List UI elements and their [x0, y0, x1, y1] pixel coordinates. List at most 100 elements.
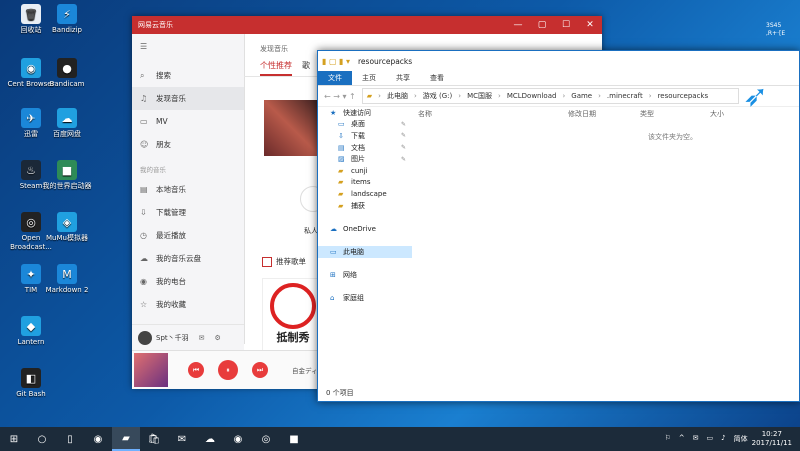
taskbar-app-button[interactable]: ■ — [280, 427, 308, 451]
desktop-icon[interactable]: ■ 我的世界启动器 — [42, 160, 92, 191]
taskbar-app-button[interactable]: ◎ — [252, 427, 280, 451]
taskbar-app-button[interactable]: ▰ — [112, 427, 140, 451]
tray-icon[interactable]: ✉ — [693, 434, 699, 444]
nav-item[interactable]: ☁ OneDrive — [318, 223, 412, 235]
nav-item-icon: ▰ — [338, 201, 344, 210]
sidebar-item-label: 下载管理 — [156, 208, 186, 217]
ribbon-tab[interactable]: 文件 — [318, 71, 352, 85]
path-segment[interactable]: .minecraft — [607, 92, 643, 100]
app-icon: ◆ — [21, 316, 41, 336]
nav-item[interactable]: ▨ 图片 ✎ — [318, 153, 412, 165]
nav-item[interactable]: ▰ landscape — [318, 188, 412, 200]
path-segment[interactable]: MC国服 — [467, 91, 492, 101]
pause-button[interactable]: ⏸ — [218, 360, 238, 380]
nav-item[interactable]: ⇩ 下载 ✎ — [318, 130, 412, 142]
next-button[interactable]: ⏭ — [252, 362, 268, 378]
taskbar-app-button[interactable]: ✉ — [168, 427, 196, 451]
path-segment[interactable]: MCLDownload — [507, 92, 557, 100]
desktop-icon[interactable]: ● Bandicam — [42, 58, 92, 89]
sidebar-item[interactable]: ☺ 朋友 — [132, 133, 244, 156]
desktop-icon[interactable]: ☁ 百度网盘 — [42, 108, 92, 139]
tray-icon[interactable]: 简体 — [734, 434, 748, 444]
address-bar[interactable]: ▰ › 此电脑 › 游戏 (G:) › MC国服 › MCLDownload › Game › .min… — [361, 88, 739, 104]
sidebar-item[interactable]: ♫ 发现音乐 — [132, 87, 244, 110]
chevron-right-icon: › — [598, 92, 601, 100]
window-control-button[interactable]: — — [506, 20, 530, 30]
music-titlebar[interactable]: 网易云音乐 — ▢ ☐ ✕ — [132, 16, 602, 34]
window-control-button[interactable]: ☐ — [554, 20, 578, 30]
taskbar-app-button[interactable]: ◉ — [84, 427, 112, 451]
tray-icon[interactable]: ^ — [679, 434, 685, 444]
explorer-titlebar[interactable]: ▮ ▢ ▮ ▾ resourcepacks — [318, 51, 799, 71]
sidebar-item-label: 本地音乐 — [156, 185, 186, 194]
desktop-icon[interactable]: ◆ Lantern — [6, 316, 56, 347]
nav-item[interactable]: ▭ 桌面 ✎ — [318, 119, 412, 131]
desktop-icon[interactable]: M Markdown 2 — [42, 264, 92, 295]
nav-item[interactable]: ⌂ 家庭组 — [318, 293, 412, 305]
fm-label[interactable]: 私人 — [304, 226, 318, 236]
quick-access-toolbar[interactable]: ▮ ▢ ▮ ▾ — [322, 57, 350, 66]
user-bar[interactable]: Spt丶千羽 ✉ ⚙ — [132, 324, 244, 350]
music-title: 网易云音乐 — [138, 21, 173, 29]
column-header[interactable]: 修改日期 — [568, 109, 640, 119]
avatar[interactable] — [138, 330, 152, 345]
taskbar-app-button[interactable]: ○ — [28, 427, 56, 451]
desktop-icon[interactable]: ⚡ Bandizip — [42, 4, 92, 35]
sidebar-item[interactable]: ▭ MV — [132, 110, 244, 133]
nav-item[interactable]: ▤ 文档 ✎ — [318, 142, 412, 154]
taskbar-app-button[interactable]: ▯ — [56, 427, 84, 451]
tray-icon[interactable]: ▭ — [707, 434, 714, 444]
sidebar-item[interactable]: ⌕ 搜索 — [132, 64, 244, 87]
taskbar-app-button[interactable]: ⊞ — [0, 427, 28, 451]
nav-item[interactable]: ▰ items — [318, 177, 412, 189]
window-control-button[interactable]: ✕ — [578, 20, 602, 30]
sidebar-item[interactable]: ◷ 最近播放 — [132, 224, 244, 247]
desktop-icon-label: MuMu模拟器 — [46, 234, 88, 242]
path-segment[interactable]: Game — [571, 92, 592, 100]
music-tab[interactable]: 歌 — [302, 60, 310, 76]
settings-icon[interactable]: ⚙ — [215, 334, 221, 342]
sidebar-item[interactable]: ▤ 本地音乐 — [132, 178, 244, 201]
nav-item[interactable]: ▰ 捕获 — [318, 200, 412, 212]
desktop-icon[interactable]: ◈ MuMu模拟器 — [42, 212, 92, 243]
ribbon-tab[interactable]: 共享 — [386, 71, 420, 85]
sidebar-toggle[interactable]: ☰ — [132, 34, 244, 54]
nav-item-icon: ⌂ — [330, 294, 335, 303]
taskbar-app-button[interactable]: 🛍 — [140, 427, 168, 451]
mail-icon[interactable]: ✉ — [199, 334, 205, 342]
app-icon: ✦ — [21, 264, 41, 284]
column-header[interactable]: 类型 — [640, 109, 710, 119]
tray-icon[interactable]: ⚐ — [665, 434, 671, 444]
sidebar-item[interactable]: ◉ 我的电台 — [132, 270, 244, 293]
tray-icon[interactable]: ♪ — [721, 434, 725, 444]
banner-image[interactable] — [264, 100, 320, 156]
path-segment[interactable]: 游戏 (G:) — [423, 91, 452, 101]
nav-item[interactable]: ⊞ 网络 — [318, 269, 412, 281]
sidebar-item[interactable]: ⇩ 下载管理 — [132, 201, 244, 224]
sidebar-item[interactable]: ☁ 我的音乐云盘 — [132, 247, 244, 270]
album-cover[interactable] — [134, 353, 168, 387]
prev-button[interactable]: ⏮ — [188, 362, 204, 378]
taskbar-app-button[interactable]: ☁ — [196, 427, 224, 451]
sidebar-item[interactable]: ☆ 我的收藏 — [132, 293, 244, 316]
nav-item[interactable]: ▭ 此电脑 — [318, 246, 412, 258]
nav-item[interactable]: ★ 快速访问 — [318, 107, 412, 119]
taskbar-app-button[interactable]: ◉ — [224, 427, 252, 451]
music-tab[interactable]: 个性推荐 — [260, 60, 292, 76]
path-segment[interactable]: resourcepacks — [658, 92, 709, 100]
playlist-cover[interactable]: 抵制秀 — [262, 278, 324, 350]
ribbon-tab[interactable]: 主页 — [352, 71, 386, 85]
user-name[interactable]: Spt丶千羽 — [156, 333, 189, 343]
nav-arrows[interactable]: ← → ▾ ↑ — [324, 92, 356, 101]
desktop-icon[interactable]: ◧ Git Bash — [6, 368, 56, 399]
column-header[interactable]: 名称 — [418, 109, 568, 119]
path-segment[interactable]: 此电脑 — [387, 91, 408, 101]
sidebar-item-icon: ◉ — [140, 277, 147, 286]
playlist-icon — [262, 256, 272, 267]
ribbon-tab[interactable]: 查看 — [420, 71, 454, 85]
window-control-button[interactable]: ▢ — [530, 20, 554, 30]
nav-item[interactable]: ▰ cunji — [318, 165, 412, 177]
clock[interactable]: 10:27 2017/11/11 — [752, 430, 792, 448]
bird-logo-icon: ➶ — [743, 79, 769, 114]
pin-icon: ✎ — [400, 132, 406, 140]
